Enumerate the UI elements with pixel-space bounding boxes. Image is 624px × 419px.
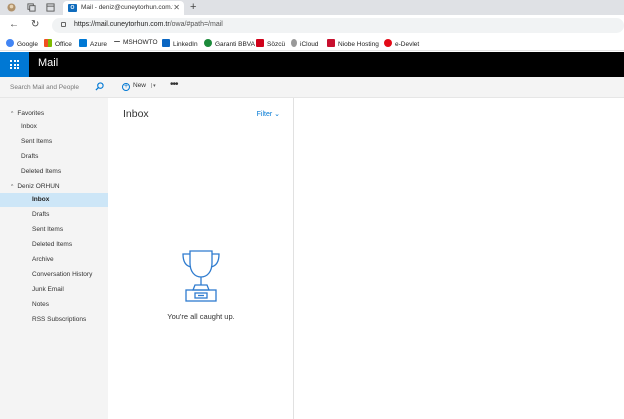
address-bar-row: ← ↻ https://mail.cuneytorhun.com.tr/owa/… [0, 15, 624, 36]
tab-title: Mail - deniz@cuneytorhun.com.tr [81, 4, 173, 11]
plus-icon: + [122, 83, 130, 91]
folder-sent-items[interactable]: Sent Items [0, 223, 108, 237]
bookmark-azure[interactable]: Azure [79, 39, 107, 49]
empty-state-message: You're all caught up. [167, 312, 235, 321]
command-bar: Search Mail and People + New | ▾ ••• [0, 77, 624, 98]
google-icon [6, 39, 14, 47]
app-launcher-button[interactable] [0, 52, 29, 77]
folder-rss-subscriptions[interactable]: RSS Subscriptions [0, 313, 108, 327]
bookmark-edevlet[interactable]: e-Devlet [384, 39, 419, 49]
apple-icon [291, 39, 297, 47]
tab-actions-icon[interactable] [46, 3, 55, 12]
search-box[interactable]: Search Mail and People [3, 80, 108, 95]
favorites-header[interactable]: ^ Favorites [11, 110, 44, 117]
bookmark-sozcu[interactable]: Sözcü [256, 39, 285, 49]
bookmark-niobe[interactable]: Niobe Hosting [327, 39, 379, 49]
profile-avatar-icon[interactable] [7, 3, 16, 12]
bookmark-garanti[interactable]: Garanti BBVA [204, 39, 255, 49]
collapse-icon: ^ [11, 184, 14, 190]
reading-pane [295, 98, 624, 419]
new-tab-icon[interactable]: + [190, 1, 196, 13]
favorite-drafts[interactable]: Drafts [0, 150, 108, 164]
dash-icon [114, 41, 120, 42]
list-title: Inbox [123, 108, 149, 120]
account-header[interactable]: ^ Deniz ORHUN [11, 183, 60, 190]
folder-archive[interactable]: Archive [0, 253, 108, 267]
back-icon[interactable]: ← [9, 19, 19, 30]
garanti-icon [204, 39, 212, 47]
more-options-icon[interactable]: ••• [170, 79, 178, 90]
lock-icon [61, 22, 66, 27]
message-list: Inbox Filter ⌄ You're all caught up. [108, 98, 294, 419]
collapse-icon: ^ [11, 111, 14, 117]
outlook-favicon-icon: O [68, 4, 77, 12]
favorite-sent-items[interactable]: Sent Items [0, 135, 108, 149]
folder-pane: ^ Favorites Inbox Sent Items Drafts Delet… [0, 98, 108, 419]
chevron-down-icon[interactable]: | ▾ [151, 83, 156, 89]
app-title: Mail [38, 57, 59, 69]
favorite-inbox[interactable]: Inbox [0, 120, 108, 134]
folder-conversation-history[interactable]: Conversation History [0, 268, 108, 282]
chevron-down-icon: ⌄ [274, 111, 280, 118]
bookmark-google[interactable]: Google [6, 39, 38, 49]
search-input[interactable]: Search Mail and People [10, 84, 79, 91]
refresh-icon[interactable]: ↻ [31, 19, 39, 30]
sozcu-icon [256, 39, 264, 47]
favorite-deleted-items[interactable]: Deleted Items [0, 165, 108, 179]
edevlet-icon [384, 39, 392, 47]
close-tab-icon[interactable]: ✕ [173, 3, 180, 12]
active-tab[interactable]: O Mail - deniz@cuneytorhun.com.tr ✕ [63, 1, 184, 15]
bookmark-linkedin[interactable]: LinkedIn [162, 39, 198, 49]
folder-deleted-items[interactable]: Deleted Items [0, 238, 108, 252]
azure-icon [79, 39, 87, 47]
office-icon [44, 39, 52, 47]
filter-button[interactable]: Filter ⌄ [257, 110, 280, 118]
browser-tab-strip: O Mail - deniz@cuneytorhun.com.tr ✕ + [0, 0, 624, 15]
folder-notes[interactable]: Notes [0, 298, 108, 312]
bookmark-icloud[interactable]: iCloud [291, 39, 318, 49]
bookmark-mshowto[interactable]: MSHOWTO [114, 39, 158, 49]
search-icon[interactable] [95, 82, 104, 91]
new-message-button[interactable]: + New | ▾ [122, 82, 156, 91]
address-bar[interactable]: https://mail.cuneytorhun.com.tr/owa/#pat… [52, 18, 624, 33]
niobe-icon [327, 39, 335, 47]
trophy-icon [182, 250, 220, 302]
folder-drafts[interactable]: Drafts [0, 208, 108, 222]
bookmarks-bar: Google Office Azure MSHOWTO LinkedIn Gar… [0, 36, 624, 51]
bookmark-office[interactable]: Office [44, 39, 72, 49]
app-header: Mail [0, 52, 624, 77]
collections-icon[interactable] [27, 3, 36, 12]
folder-inbox[interactable]: Inbox [0, 193, 108, 207]
folder-junk-email[interactable]: Junk Email [0, 283, 108, 297]
url-text: https://mail.cuneytorhun.com.tr/owa/#pat… [74, 21, 223, 28]
linkedin-icon [162, 39, 170, 47]
waffle-icon [10, 60, 19, 69]
